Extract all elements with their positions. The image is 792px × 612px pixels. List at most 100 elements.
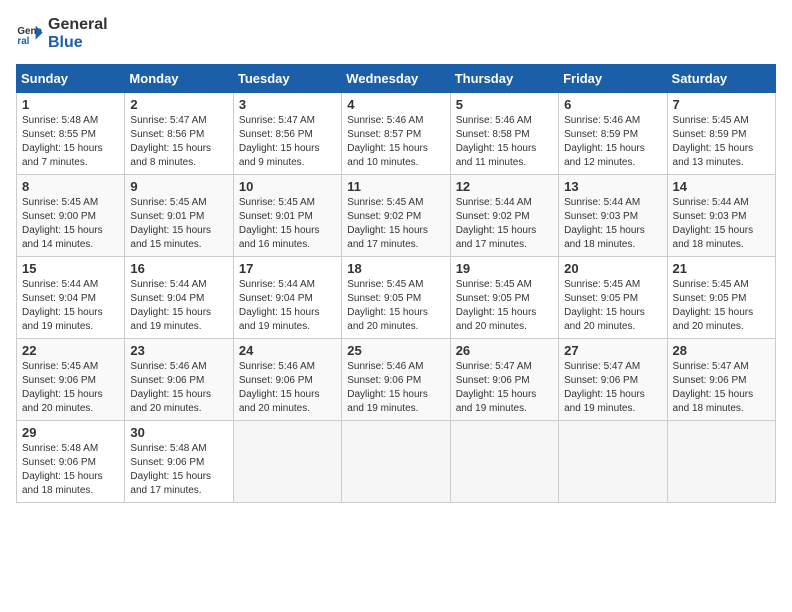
day-info: Sunrise: 5:45 AMSunset: 9:01 PMDaylight:…: [130, 196, 227, 252]
header-row: SundayMondayTuesdayWednesdayThursdayFrid…: [17, 65, 776, 93]
header-tuesday: Tuesday: [233, 65, 341, 93]
day-number: 27: [564, 343, 661, 358]
calendar-cell: 16 Sunrise: 5:44 AMSunset: 9:04 PMDaylig…: [125, 257, 233, 339]
day-number: 30: [130, 425, 227, 440]
calendar-cell: 18 Sunrise: 5:45 AMSunset: 9:05 PMDaylig…: [342, 257, 450, 339]
calendar-cell: [233, 421, 341, 503]
calendar-cell: 4 Sunrise: 5:46 AMSunset: 8:57 PMDayligh…: [342, 93, 450, 175]
calendar-cell: 10 Sunrise: 5:45 AMSunset: 9:01 PMDaylig…: [233, 175, 341, 257]
logo-icon: Gene ral: [16, 20, 44, 48]
calendar-cell: 1 Sunrise: 5:48 AMSunset: 8:55 PMDayligh…: [17, 93, 125, 175]
calendar-cell: 27 Sunrise: 5:47 AMSunset: 9:06 PMDaylig…: [559, 339, 667, 421]
day-info: Sunrise: 5:44 AMSunset: 9:02 PMDaylight:…: [456, 196, 553, 252]
day-number: 9: [130, 179, 227, 194]
day-number: 12: [456, 179, 553, 194]
header-monday: Monday: [125, 65, 233, 93]
calendar-cell: 17 Sunrise: 5:44 AMSunset: 9:04 PMDaylig…: [233, 257, 341, 339]
week-row-1: 1 Sunrise: 5:48 AMSunset: 8:55 PMDayligh…: [17, 93, 776, 175]
day-info: Sunrise: 5:44 AMSunset: 9:03 PMDaylight:…: [564, 196, 661, 252]
day-info: Sunrise: 5:44 AMSunset: 9:04 PMDaylight:…: [130, 278, 227, 334]
day-info: Sunrise: 5:44 AMSunset: 9:04 PMDaylight:…: [239, 278, 336, 334]
day-number: 1: [22, 97, 119, 112]
calendar-cell: 24 Sunrise: 5:46 AMSunset: 9:06 PMDaylig…: [233, 339, 341, 421]
day-info: Sunrise: 5:47 AMSunset: 8:56 PMDaylight:…: [130, 114, 227, 170]
logo-text-general2: ral: [88, 16, 108, 33]
day-info: Sunrise: 5:45 AMSunset: 9:00 PMDaylight:…: [22, 196, 119, 252]
calendar-cell: 3 Sunrise: 5:47 AMSunset: 8:56 PMDayligh…: [233, 93, 341, 175]
day-number: 4: [347, 97, 444, 112]
calendar-cell: 8 Sunrise: 5:45 AMSunset: 9:00 PMDayligh…: [17, 175, 125, 257]
calendar-cell: [342, 421, 450, 503]
week-row-5: 29 Sunrise: 5:48 AMSunset: 9:06 PMDaylig…: [17, 421, 776, 503]
day-info: Sunrise: 5:47 AMSunset: 9:06 PMDaylight:…: [456, 360, 553, 416]
calendar-cell: 11 Sunrise: 5:45 AMSunset: 9:02 PMDaylig…: [342, 175, 450, 257]
day-info: Sunrise: 5:46 AMSunset: 8:59 PMDaylight:…: [564, 114, 661, 170]
day-number: 11: [347, 179, 444, 194]
calendar-cell: 22 Sunrise: 5:45 AMSunset: 9:06 PMDaylig…: [17, 339, 125, 421]
day-info: Sunrise: 5:48 AMSunset: 8:55 PMDaylight:…: [22, 114, 119, 170]
week-row-2: 8 Sunrise: 5:45 AMSunset: 9:00 PMDayligh…: [17, 175, 776, 257]
day-info: Sunrise: 5:48 AMSunset: 9:06 PMDaylight:…: [130, 442, 227, 498]
day-number: 8: [22, 179, 119, 194]
calendar-cell: 30 Sunrise: 5:48 AMSunset: 9:06 PMDaylig…: [125, 421, 233, 503]
header-wednesday: Wednesday: [342, 65, 450, 93]
header-friday: Friday: [559, 65, 667, 93]
day-info: Sunrise: 5:45 AMSunset: 9:05 PMDaylight:…: [564, 278, 661, 334]
day-info: Sunrise: 5:47 AMSunset: 8:56 PMDaylight:…: [239, 114, 336, 170]
day-number: 21: [673, 261, 770, 276]
calendar-cell: 26 Sunrise: 5:47 AMSunset: 9:06 PMDaylig…: [450, 339, 558, 421]
header-thursday: Thursday: [450, 65, 558, 93]
calendar-cell: [667, 421, 775, 503]
week-row-4: 22 Sunrise: 5:45 AMSunset: 9:06 PMDaylig…: [17, 339, 776, 421]
header-saturday: Saturday: [667, 65, 775, 93]
day-number: 10: [239, 179, 336, 194]
svg-text:ral: ral: [17, 36, 29, 47]
day-number: 15: [22, 261, 119, 276]
day-number: 2: [130, 97, 227, 112]
week-row-3: 15 Sunrise: 5:44 AMSunset: 9:04 PMDaylig…: [17, 257, 776, 339]
calendar-cell: 13 Sunrise: 5:44 AMSunset: 9:03 PMDaylig…: [559, 175, 667, 257]
day-number: 24: [239, 343, 336, 358]
day-number: 23: [130, 343, 227, 358]
header-sunday: Sunday: [17, 65, 125, 93]
calendar-cell: 20 Sunrise: 5:45 AMSunset: 9:05 PMDaylig…: [559, 257, 667, 339]
calendar-cell: 28 Sunrise: 5:47 AMSunset: 9:06 PMDaylig…: [667, 339, 775, 421]
day-number: 6: [564, 97, 661, 112]
day-number: 29: [22, 425, 119, 440]
day-info: Sunrise: 5:45 AMSunset: 9:05 PMDaylight:…: [673, 278, 770, 334]
calendar-cell: 2 Sunrise: 5:47 AMSunset: 8:56 PMDayligh…: [125, 93, 233, 175]
day-number: 14: [673, 179, 770, 194]
calendar-cell: 29 Sunrise: 5:48 AMSunset: 9:06 PMDaylig…: [17, 421, 125, 503]
logo-text-general: Gene: [48, 16, 88, 33]
calendar-cell: 7 Sunrise: 5:45 AMSunset: 8:59 PMDayligh…: [667, 93, 775, 175]
day-info: Sunrise: 5:45 AMSunset: 9:05 PMDaylight:…: [347, 278, 444, 334]
calendar-cell: 15 Sunrise: 5:44 AMSunset: 9:04 PMDaylig…: [17, 257, 125, 339]
day-number: 26: [456, 343, 553, 358]
calendar-cell: 6 Sunrise: 5:46 AMSunset: 8:59 PMDayligh…: [559, 93, 667, 175]
calendar-cell: 21 Sunrise: 5:45 AMSunset: 9:05 PMDaylig…: [667, 257, 775, 339]
day-number: 16: [130, 261, 227, 276]
day-info: Sunrise: 5:46 AMSunset: 9:06 PMDaylight:…: [239, 360, 336, 416]
day-number: 28: [673, 343, 770, 358]
day-info: Sunrise: 5:45 AMSunset: 8:59 PMDaylight:…: [673, 114, 770, 170]
day-number: 7: [673, 97, 770, 112]
calendar-cell: 12 Sunrise: 5:44 AMSunset: 9:02 PMDaylig…: [450, 175, 558, 257]
page-header: Gene ral General Blue: [16, 16, 776, 52]
calendar-cell: 19 Sunrise: 5:45 AMSunset: 9:05 PMDaylig…: [450, 257, 558, 339]
day-number: 13: [564, 179, 661, 194]
calendar-cell: 5 Sunrise: 5:46 AMSunset: 8:58 PMDayligh…: [450, 93, 558, 175]
day-number: 3: [239, 97, 336, 112]
calendar-cell: 9 Sunrise: 5:45 AMSunset: 9:01 PMDayligh…: [125, 175, 233, 257]
day-info: Sunrise: 5:46 AMSunset: 8:58 PMDaylight:…: [456, 114, 553, 170]
day-number: 20: [564, 261, 661, 276]
day-info: Sunrise: 5:45 AMSunset: 9:06 PMDaylight:…: [22, 360, 119, 416]
day-info: Sunrise: 5:44 AMSunset: 9:03 PMDaylight:…: [673, 196, 770, 252]
calendar-cell: 25 Sunrise: 5:46 AMSunset: 9:06 PMDaylig…: [342, 339, 450, 421]
day-number: 17: [239, 261, 336, 276]
calendar-table: SundayMondayTuesdayWednesdayThursdayFrid…: [16, 64, 776, 503]
day-info: Sunrise: 5:44 AMSunset: 9:04 PMDaylight:…: [22, 278, 119, 334]
day-number: 22: [22, 343, 119, 358]
day-info: Sunrise: 5:46 AMSunset: 8:57 PMDaylight:…: [347, 114, 444, 170]
calendar-cell: 23 Sunrise: 5:46 AMSunset: 9:06 PMDaylig…: [125, 339, 233, 421]
calendar-cell: [559, 421, 667, 503]
